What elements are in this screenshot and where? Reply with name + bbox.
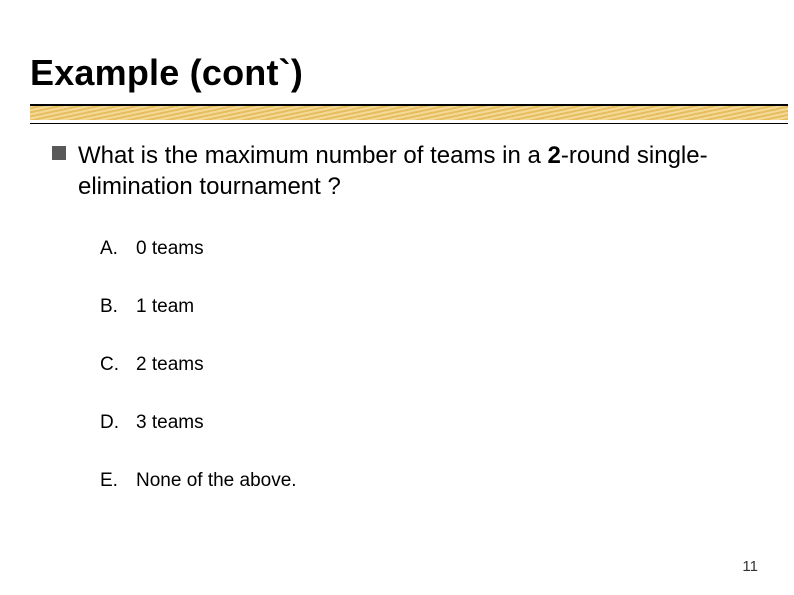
question-emphasis: 2 bbox=[548, 142, 561, 169]
underline-bottom bbox=[30, 123, 788, 124]
slide-body: What is the maximum number of teams in a… bbox=[52, 140, 734, 528]
option-letter: C. bbox=[100, 354, 122, 376]
option-text: 3 teams bbox=[136, 412, 204, 434]
question-row: What is the maximum number of teams in a… bbox=[52, 140, 734, 202]
option-text: None of the above. bbox=[136, 470, 297, 492]
square-bullet-icon bbox=[52, 146, 66, 160]
option-text: 0 teams bbox=[136, 238, 204, 260]
option-letter: B. bbox=[100, 296, 122, 318]
option-d: D. 3 teams bbox=[100, 412, 734, 434]
option-letter: E. bbox=[100, 470, 122, 492]
option-text: 2 teams bbox=[136, 354, 204, 376]
underline-gold-band bbox=[30, 106, 788, 120]
slide-title: Example (cont`) bbox=[30, 52, 303, 94]
title-underline-decoration bbox=[30, 104, 788, 124]
question-text: What is the maximum number of teams in a… bbox=[78, 140, 734, 202]
question-prefix: What is the maximum number of teams in a bbox=[78, 142, 548, 169]
option-letter: D. bbox=[100, 412, 122, 434]
option-e: E. None of the above. bbox=[100, 470, 734, 492]
option-text: 1 team bbox=[136, 296, 194, 318]
option-c: C. 2 teams bbox=[100, 354, 734, 376]
slide: Example (cont`) What is the maximum numb… bbox=[0, 0, 794, 595]
option-letter: A. bbox=[100, 238, 122, 260]
page-number: 11 bbox=[742, 558, 758, 575]
option-b: B. 1 team bbox=[100, 296, 734, 318]
option-a: A. 0 teams bbox=[100, 238, 734, 260]
options-list: A. 0 teams B. 1 team C. 2 teams D. 3 tea… bbox=[100, 238, 734, 492]
